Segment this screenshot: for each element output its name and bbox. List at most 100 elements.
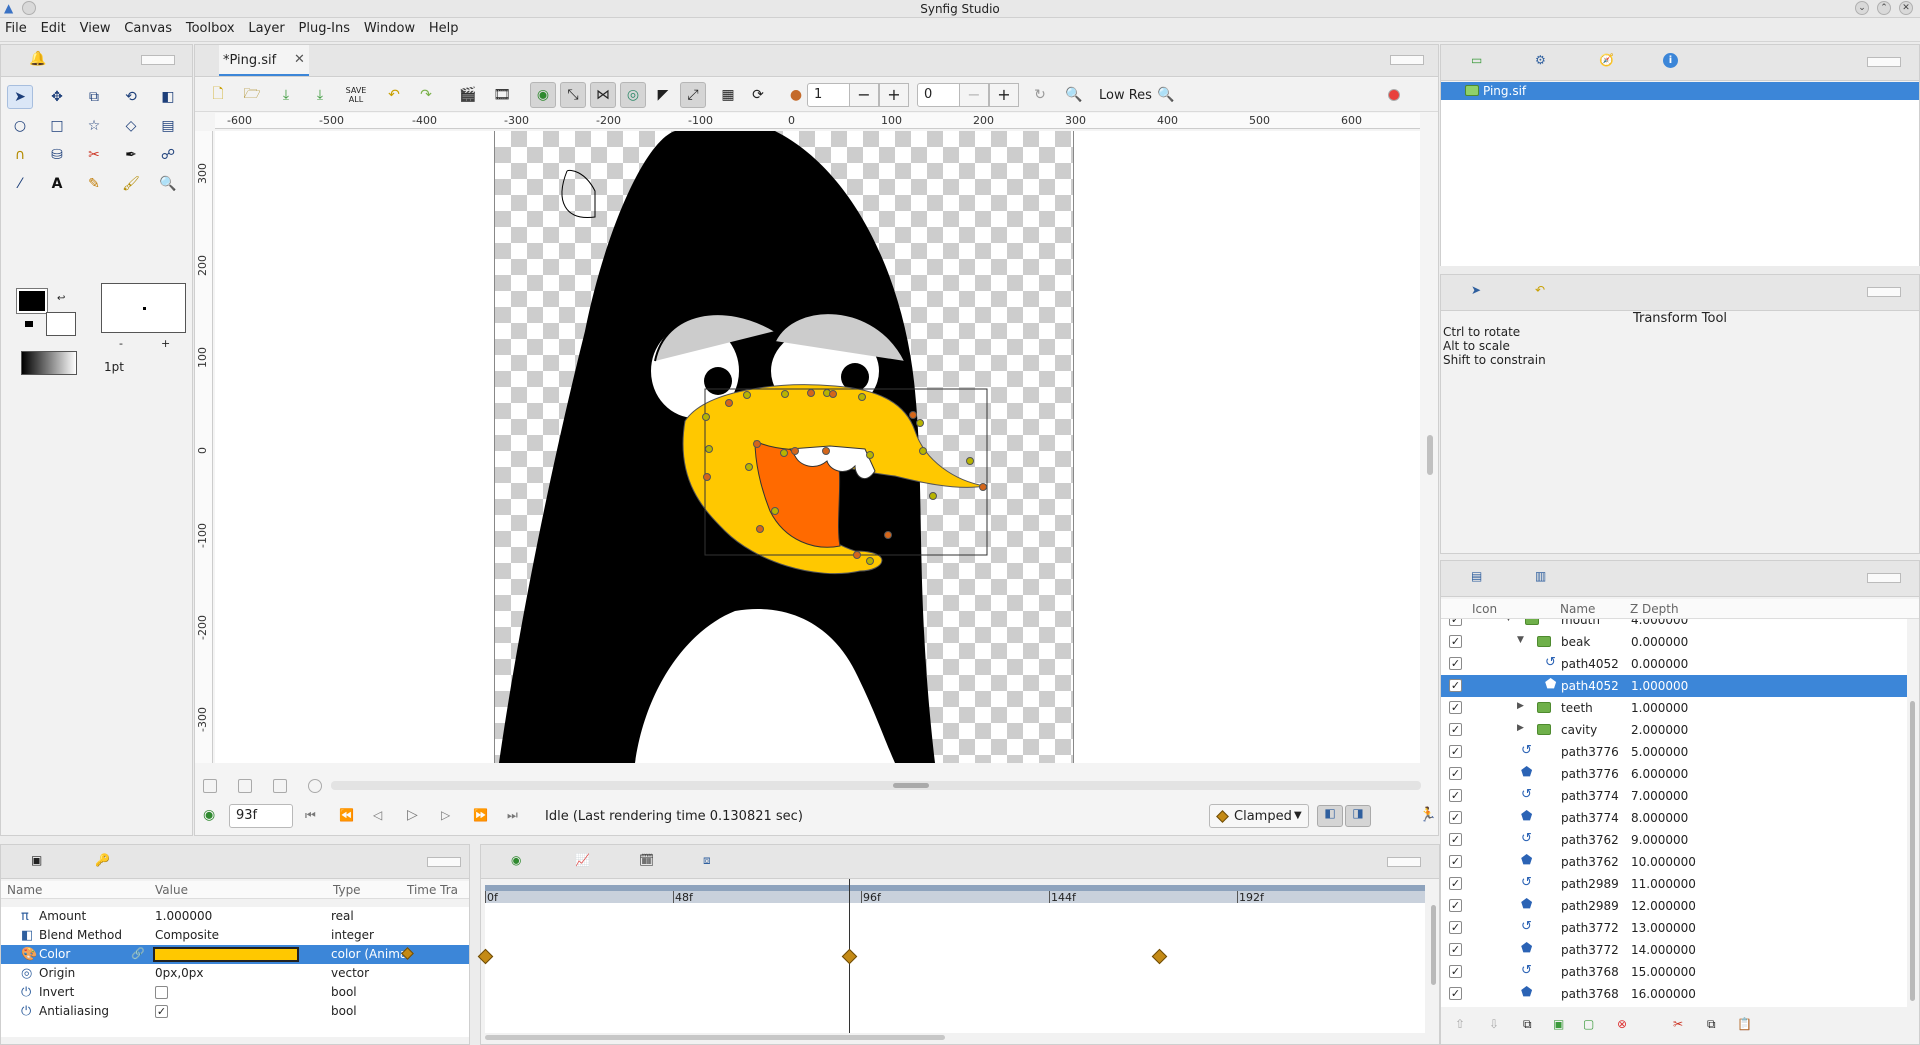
param-row-antialiasing[interactable]: ⏻ Antialiasing bool ✓ bbox=[1, 1002, 469, 1021]
layer-row[interactable]: ✓ ▶ cavity 2.000000 bbox=[1441, 719, 1907, 741]
raise-layer-icon[interactable]: ⇧ bbox=[1455, 1017, 1465, 1031]
show-tangents-icon[interactable]: ⤡ bbox=[560, 82, 586, 108]
open-file-icon[interactable]: 🗁 bbox=[239, 82, 265, 108]
next-keyframe-icon[interactable]: ⏩ bbox=[473, 808, 488, 822]
canvas-horizontal-scrollbar[interactable] bbox=[331, 781, 1421, 790]
cut-layer-icon[interactable]: ✂ bbox=[1673, 1017, 1683, 1031]
refresh-icon[interactable]: ↻ bbox=[1027, 82, 1053, 108]
play-icon[interactable]: ▷ bbox=[407, 807, 418, 823]
interpolation-dropdown[interactable]: Clamped ▼ bbox=[1209, 804, 1309, 828]
layer-row[interactable]: ✓ ↺ path3762 9.000000 bbox=[1441, 829, 1907, 851]
swap-colors-icon[interactable]: ↩ bbox=[57, 293, 65, 304]
sound-tab-icon[interactable]: ⧈ bbox=[703, 853, 711, 868]
brush-size-increase[interactable]: + bbox=[161, 337, 170, 350]
circle-tool-icon[interactable]: ○ bbox=[7, 114, 33, 138]
layer-visibility-checkbox[interactable]: ✓ bbox=[1449, 987, 1462, 1000]
prev-frame-icon[interactable]: ◁ bbox=[373, 808, 382, 822]
save-as-icon[interactable]: ⤓ bbox=[307, 82, 333, 108]
rotate-tool-icon[interactable]: ⟲ bbox=[118, 85, 144, 109]
param-value[interactable]: Composite bbox=[155, 928, 219, 942]
keyframe-lock-past-icon[interactable]: ◧ bbox=[1317, 805, 1343, 827]
toolbox-tab-icon[interactable]: 🔔 bbox=[29, 51, 46, 67]
sketch-tool-icon[interactable]: ✎ bbox=[81, 172, 107, 196]
param-row-invert[interactable]: ⏻ Invert bool bbox=[1, 983, 469, 1002]
param-row-color[interactable]: 🎨 Color color (Anima 🔗 bbox=[1, 945, 469, 964]
layer-visibility-checkbox[interactable]: ✓ bbox=[1449, 657, 1462, 670]
layer-visibility-checkbox[interactable]: ✓ bbox=[1449, 811, 1462, 824]
layer-name[interactable]: path3762 bbox=[1561, 855, 1619, 869]
layer-name[interactable]: path3768 bbox=[1561, 987, 1619, 1001]
layer-row[interactable]: ✓ ⬟ path3774 8.000000 bbox=[1441, 807, 1907, 829]
navigator-tab-icon[interactable]: 🧭 bbox=[1599, 53, 1614, 67]
layer-visibility-checkbox[interactable]: ✓ bbox=[1449, 701, 1462, 714]
spline-tool-icon[interactable]: ∩ bbox=[7, 143, 33, 167]
layer-name[interactable]: mouth bbox=[1561, 619, 1600, 627]
layer-name[interactable]: path3768 bbox=[1561, 965, 1619, 979]
track-area[interactable] bbox=[477, 879, 1425, 1033]
params-header-name[interactable]: Name bbox=[7, 883, 42, 897]
polygon-tool-icon[interactable]: ◇ bbox=[118, 114, 144, 138]
layer-name[interactable]: path3774 bbox=[1561, 789, 1619, 803]
layer-row[interactable]: ✓ ⬟ path3776 6.000000 bbox=[1441, 763, 1907, 785]
gradient-tool-icon[interactable]: ▤ bbox=[155, 114, 181, 138]
animation-mode-toggle-icon[interactable]: 🏃 bbox=[1419, 807, 1436, 823]
brush-size-preview[interactable] bbox=[101, 283, 186, 333]
scale-tool-icon[interactable]: ⧉ bbox=[81, 85, 107, 109]
expander-open-icon[interactable]: ▼ bbox=[1505, 619, 1512, 623]
delete-layer-icon[interactable]: ⊗ bbox=[1617, 1017, 1627, 1031]
layer-visibility-checkbox[interactable]: ✓ bbox=[1449, 877, 1462, 890]
sets-tab-icon[interactable]: ▥ bbox=[1535, 569, 1546, 583]
expander-open-icon[interactable]: ▼ bbox=[1517, 635, 1524, 645]
layer-visibility-checkbox[interactable]: ✓ bbox=[1449, 619, 1462, 626]
menu-toolbox[interactable]: Toolbox bbox=[181, 18, 240, 36]
layer-row[interactable]: ✓ ↺ path2989 11.000000 bbox=[1441, 873, 1907, 895]
menu-edit[interactable]: Edit bbox=[36, 18, 71, 36]
canvas-vertical-scrollbar[interactable] bbox=[1427, 435, 1433, 475]
layers-header-name[interactable]: Name bbox=[1560, 602, 1595, 616]
params-tab-icon[interactable]: ▣ bbox=[31, 853, 42, 867]
menu-layer[interactable]: Layer bbox=[243, 18, 289, 36]
grid-icon[interactable]: ▦ bbox=[715, 82, 741, 108]
info-tab-icon[interactable]: i bbox=[1663, 53, 1678, 68]
width-tool-icon[interactable]: ✒ bbox=[118, 143, 144, 167]
low-res-label[interactable]: Low Res bbox=[1099, 88, 1152, 103]
mirror-tool-icon[interactable]: ◧ bbox=[155, 85, 181, 109]
ungroup-layer-icon[interactable]: ▢ bbox=[1583, 1017, 1594, 1031]
current-time-field[interactable]: 93f bbox=[229, 804, 293, 828]
panel-dock-icon[interactable] bbox=[1390, 55, 1424, 65]
param-checkbox[interactable] bbox=[155, 986, 168, 999]
copy-layer-icon[interactable]: ⧉ bbox=[1707, 1017, 1716, 1032]
zoom-in-icon[interactable] bbox=[308, 779, 322, 793]
menu-file[interactable]: File bbox=[0, 18, 32, 36]
fill-tool-icon[interactable]: ⛁ bbox=[44, 143, 70, 167]
layers-tab-icon[interactable]: ▤ bbox=[1471, 569, 1482, 583]
canvas-browser-tab-icon[interactable]: ▭ bbox=[1471, 53, 1482, 67]
panel-dock-icon[interactable] bbox=[1867, 573, 1901, 583]
layer-visibility-checkbox[interactable]: ✓ bbox=[1449, 723, 1462, 736]
layer-row[interactable]: ✓ ↺ path4052 0.000000 bbox=[1441, 653, 1907, 675]
zoom-fit-icon[interactable] bbox=[203, 779, 217, 793]
show-radius-icon[interactable]: ◎ bbox=[620, 82, 646, 108]
scroll-thumb[interactable] bbox=[893, 783, 929, 788]
panel-dock-icon[interactable] bbox=[1867, 287, 1901, 297]
panel-dock-icon[interactable] bbox=[1387, 857, 1421, 867]
past-keyframes-increase[interactable]: + bbox=[879, 83, 909, 107]
rectangle-tool-icon[interactable]: □ bbox=[44, 114, 70, 138]
reset-colors-icon[interactable] bbox=[25, 321, 33, 327]
layers-header-icon[interactable]: Icon bbox=[1472, 602, 1497, 616]
record-indicator-icon[interactable] bbox=[1388, 89, 1400, 101]
layer-visibility-checkbox[interactable]: ✓ bbox=[1449, 833, 1462, 846]
smooth-move-tool-icon[interactable]: ✥ bbox=[44, 85, 70, 109]
duplicate-layer-icon[interactable]: ⧉ bbox=[1523, 1017, 1532, 1032]
layer-name[interactable]: path3772 bbox=[1561, 921, 1619, 935]
artwork[interactable] bbox=[215, 131, 1420, 763]
zoom-out-icon[interactable] bbox=[273, 779, 287, 793]
waypoint[interactable] bbox=[841, 948, 858, 965]
layer-name[interactable]: teeth bbox=[1561, 701, 1593, 715]
zoom-100-icon[interactable] bbox=[238, 779, 252, 793]
layer-visibility-checkbox[interactable]: ✓ bbox=[1449, 943, 1462, 956]
layer-row[interactable]: ✓ ▼ mouth 4.000000 bbox=[1441, 619, 1907, 631]
menu-window[interactable]: Window bbox=[359, 18, 420, 36]
layer-name[interactable]: path4052 bbox=[1561, 657, 1619, 671]
param-row-origin[interactable]: ◎ Origin 0px,0px vector bbox=[1, 964, 469, 983]
